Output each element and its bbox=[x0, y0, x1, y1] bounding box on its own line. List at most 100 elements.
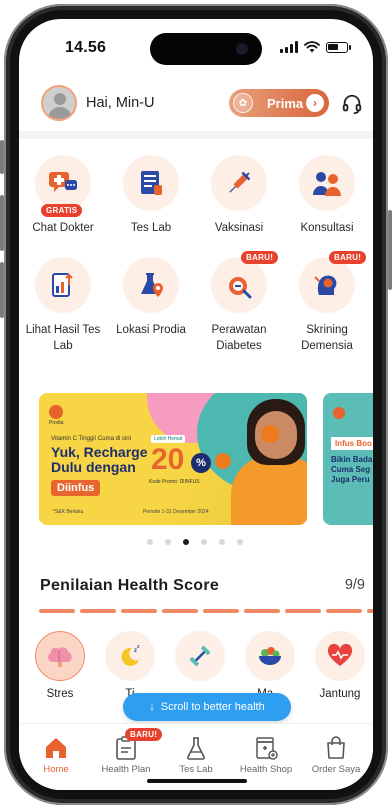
lab-result-icon bbox=[52, 273, 73, 297]
syringe-icon bbox=[229, 171, 251, 193]
service-perawatan-diabetes[interactable]: BARU! Perawatan Diabetes bbox=[195, 251, 283, 354]
service-label: Konsultasi bbox=[300, 222, 354, 234]
carousel-indicator[interactable] bbox=[147, 539, 243, 545]
metric-stres[interactable]: Stres bbox=[25, 631, 95, 700]
prima-label: Prima bbox=[267, 95, 304, 111]
arrow-down-icon: ↓ bbox=[149, 701, 155, 713]
phone-volume-down-button bbox=[0, 262, 4, 318]
metric-jantung[interactable]: Jantung bbox=[305, 631, 373, 700]
svg-text:z: z bbox=[137, 644, 140, 650]
scroll-to-better-health-button[interactable]: ↓ Scroll to better health bbox=[123, 693, 291, 721]
service-label: Tes Lab bbox=[130, 222, 172, 234]
nav-label: Health Shop bbox=[239, 764, 293, 775]
carousel-dot[interactable] bbox=[183, 539, 189, 545]
carousel-dot[interactable] bbox=[219, 539, 225, 545]
phone-power-button bbox=[388, 210, 392, 290]
user-avatar[interactable] bbox=[41, 85, 77, 121]
brain-icon bbox=[48, 647, 72, 667]
nav-label: Tes Lab bbox=[179, 764, 213, 775]
nav-label: Home bbox=[43, 764, 69, 775]
dynamic-island bbox=[150, 33, 262, 65]
scroll-pill-label: Scroll to better health bbox=[160, 701, 265, 713]
nav-home[interactable]: Home bbox=[21, 736, 91, 775]
home-indicator[interactable] bbox=[147, 779, 247, 783]
metric-makanan[interactable]: Ma... bbox=[235, 631, 305, 700]
cellular-signal-icon bbox=[280, 41, 298, 53]
carousel-dot[interactable] bbox=[201, 539, 207, 545]
promo-banner-infus[interactable]: Prodia Vitamin C Tinggi! Cuma di sini Yu… bbox=[39, 393, 307, 525]
service-vaksinasi[interactable]: Vaksinasi bbox=[195, 155, 283, 236]
heart-icon bbox=[327, 644, 353, 666]
health-score-segment bbox=[162, 609, 198, 613]
carousel-dot[interactable] bbox=[165, 539, 171, 545]
home-icon bbox=[46, 738, 66, 758]
app-header: Hai, Min-U ✿ Prima › bbox=[19, 79, 373, 129]
new-badge: BARU! bbox=[125, 728, 163, 741]
chevron-right-icon: › bbox=[306, 94, 324, 112]
customer-support-headset-icon[interactable] bbox=[341, 93, 363, 115]
health-score-segment bbox=[244, 609, 280, 613]
service-skrining-demensia[interactable]: BARU! Skrining Demensia bbox=[283, 251, 371, 354]
service-label: Lihat Hasil Tes Lab bbox=[25, 324, 101, 352]
service-label: Perawatan Diabetes bbox=[211, 324, 267, 352]
nav-health-plan[interactable]: BARU! Health Plan bbox=[91, 728, 163, 775]
service-chat-dokter[interactable]: GRATIS Chat Dokter bbox=[19, 155, 107, 236]
banner-model-illustration bbox=[231, 455, 307, 525]
battery-icon bbox=[326, 41, 351, 53]
wifi-icon bbox=[304, 41, 320, 53]
health-score-title: Penilaian Health Score bbox=[40, 577, 220, 594]
nav-health-shop[interactable]: Health Shop bbox=[231, 736, 301, 775]
promo-banner-next[interactable]: Infus Boo Bikin Bada Cuma Seg Juga Peru bbox=[323, 393, 373, 525]
service-label: Chat Dokter bbox=[32, 222, 94, 234]
metric-tidur[interactable]: z z Ti bbox=[95, 631, 165, 700]
carousel-dot[interactable] bbox=[147, 539, 153, 545]
dementia-icon bbox=[314, 275, 337, 295]
health-score-segment bbox=[39, 609, 75, 613]
metric-label: Jantung bbox=[319, 688, 361, 700]
gratis-badge: GRATIS bbox=[41, 204, 83, 217]
metric-aktivitas[interactable] bbox=[165, 631, 235, 688]
service-tes-lab[interactable]: Tes Lab bbox=[107, 155, 195, 236]
service-label: Skrining Demensia bbox=[301, 324, 353, 352]
food-bowl-icon bbox=[259, 647, 281, 665]
health-score-segment bbox=[285, 609, 321, 613]
service-lihat-hasil-tes-lab[interactable]: Lihat Hasil Tes Lab bbox=[19, 257, 107, 354]
lab-test-icon bbox=[141, 171, 162, 195]
banner-headline: Yuk, Recharge Dulu dengan bbox=[51, 444, 148, 475]
banner-cta: Diinfus bbox=[51, 480, 101, 496]
section-divider bbox=[19, 131, 373, 139]
location-flask-icon bbox=[141, 273, 163, 297]
banner-percent-sign: % bbox=[191, 453, 211, 473]
shopping-bag-icon bbox=[327, 736, 345, 759]
carousel-dot[interactable] bbox=[237, 539, 243, 545]
service-konsultasi[interactable]: Konsultasi bbox=[283, 155, 371, 236]
orange-fruit-icon bbox=[215, 453, 231, 469]
service-label: Lokasi Prodia bbox=[116, 324, 186, 336]
metric-label: Stres bbox=[46, 688, 74, 700]
health-score-segment bbox=[203, 609, 239, 613]
prima-badge-icon: ✿ bbox=[233, 93, 253, 113]
status-bar: 14.56 bbox=[19, 19, 373, 75]
sleep-moon-icon: z z bbox=[121, 644, 140, 666]
consultation-icon bbox=[313, 172, 341, 196]
service-lokasi-prodia[interactable]: Lokasi Prodia bbox=[107, 257, 195, 338]
banner-next-text: Bikin Bada Cuma Seg Juga Peru bbox=[331, 455, 373, 484]
health-shop-icon bbox=[256, 737, 278, 760]
banner-period: Periode 1-31 Desember 2024 bbox=[143, 509, 209, 515]
prima-membership-button[interactable]: ✿ Prima › bbox=[229, 89, 329, 117]
banner-next-title: Infus Boo bbox=[331, 437, 373, 450]
orange-fruit-icon bbox=[261, 425, 279, 443]
app-screen: 14.56 Hai, Min-U ✿ Prima › GRATIS Chat D… bbox=[19, 19, 373, 790]
service-label: Vaksinasi bbox=[214, 222, 264, 234]
banner-small-text: Vitamin C Tinggi! Cuma di sini bbox=[51, 436, 131, 442]
nav-tes-lab[interactable]: Tes Lab bbox=[161, 736, 231, 775]
diabetes-icon bbox=[229, 277, 252, 299]
nav-order-saya[interactable]: Order Saya bbox=[301, 736, 371, 775]
phone-side-button bbox=[0, 140, 4, 174]
nav-label: Health Plan bbox=[101, 764, 151, 775]
health-score-segment bbox=[80, 609, 116, 613]
new-badge: BARU! bbox=[241, 251, 279, 264]
health-score-count: 9/9 bbox=[344, 577, 365, 593]
flask-icon bbox=[187, 737, 205, 760]
health-score-segment bbox=[326, 609, 362, 613]
